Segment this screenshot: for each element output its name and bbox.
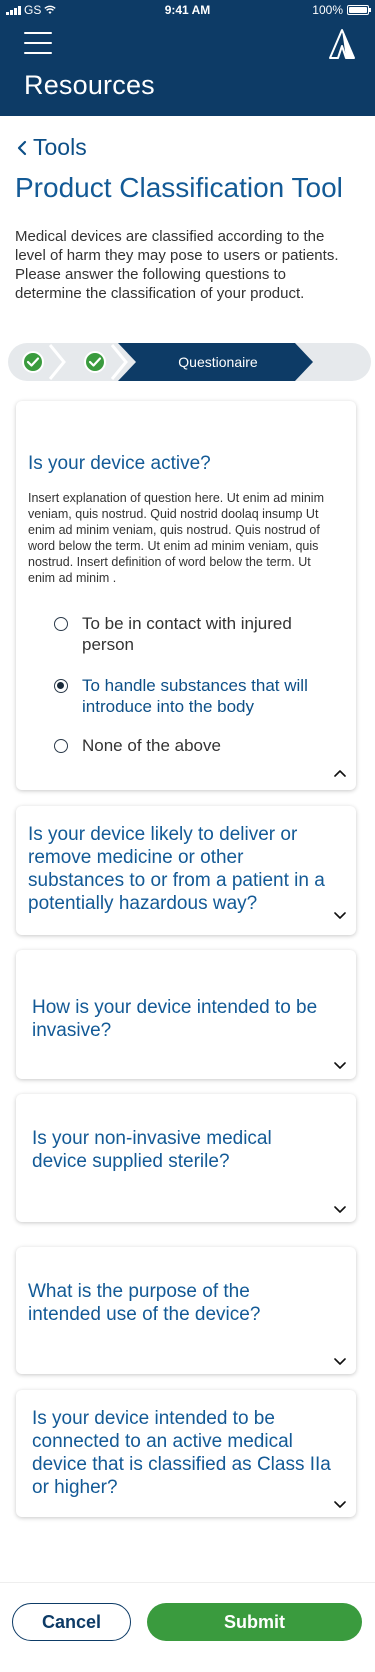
intro-text: Medical devices are classified according… (15, 228, 339, 302)
answer-option[interactable]: None of the above (54, 735, 332, 756)
question-card: Is your device active? Insert explanatio… (16, 401, 356, 790)
question-text: What is the purpose of the intended use … (28, 1281, 261, 1325)
header-title: Resources (24, 70, 155, 100)
progress-stepper: Questionaire (8, 343, 371, 381)
step-2-check-icon (84, 351, 106, 373)
step-1-check-icon (22, 351, 44, 373)
question-text: Is your non-invasive medical device supp… (32, 1128, 272, 1172)
bottom-action-bar: Cancel Submit (0, 1582, 375, 1672)
app-header: Resources (0, 20, 375, 116)
status-right: 100% (312, 3, 371, 17)
answer-option[interactable]: To handle substances that will introduce… (54, 675, 332, 717)
chevron-down-icon[interactable] (334, 912, 346, 920)
hamburger-menu-icon[interactable] (24, 32, 52, 54)
question-card[interactable]: Is your device likely to deliver or remo… (16, 806, 356, 935)
answer-option[interactable]: To be in contact with injured person (54, 613, 332, 655)
answer-option-label: To handle substances that will introduce… (82, 676, 308, 716)
question-card[interactable]: Is your non-invasive medical device supp… (16, 1094, 356, 1222)
cancel-button[interactable]: Cancel (12, 1603, 131, 1641)
chevron-down-icon[interactable] (334, 1501, 346, 1509)
question-explanation: Insert explanation of question here. Ut … (28, 491, 324, 585)
battery-percent: 100% (312, 3, 343, 17)
radio-button[interactable] (54, 679, 68, 693)
question-card[interactable]: What is the purpose of the intended use … (16, 1247, 356, 1374)
answer-option-label: To be in contact with injured person (82, 614, 292, 654)
chevron-up-icon[interactable] (334, 769, 346, 777)
question-card[interactable]: Is your device intended to be connected … (16, 1390, 356, 1517)
chevron-down-icon[interactable] (334, 1062, 346, 1070)
chevron-left-icon (17, 140, 27, 155)
question-text: Is your device active? (28, 453, 211, 474)
back-link[interactable]: Tools (17, 134, 87, 161)
app-logo-icon (329, 29, 355, 59)
back-label: Tools (33, 134, 87, 160)
battery-icon (347, 5, 371, 15)
submit-button[interactable]: Submit (147, 1603, 362, 1641)
status-bar: GS 9:41 AM 100% (0, 0, 375, 20)
chevron-down-icon[interactable] (334, 1206, 346, 1214)
question-text: Is your device likely to deliver or remo… (28, 824, 325, 914)
question-card[interactable]: How is your device intended to be invasi… (16, 950, 356, 1079)
question-text: How is your device intended to be invasi… (32, 997, 318, 1041)
radio-button[interactable] (54, 617, 68, 631)
page-title: Product Classification Tool (15, 172, 343, 203)
question-text: Is your device intended to be connected … (32, 1408, 331, 1498)
answer-option-label: None of the above (82, 736, 221, 755)
radio-button[interactable] (54, 739, 68, 753)
chevron-down-icon[interactable] (334, 1358, 346, 1366)
step-3-label: Questionaire (178, 354, 258, 370)
